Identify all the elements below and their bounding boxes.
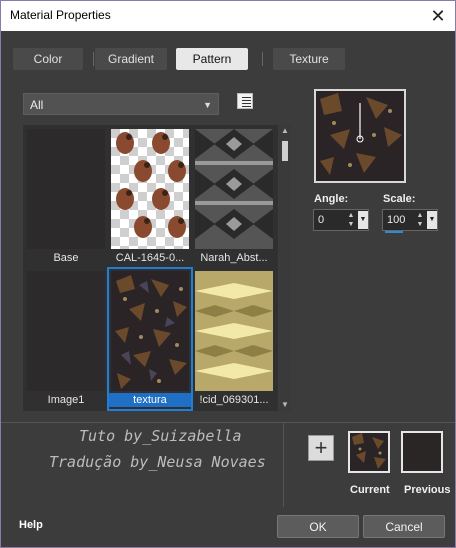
pattern-label: Image1 (47, 394, 85, 406)
tab-color[interactable]: Color (13, 48, 83, 70)
category-dropdown-value: All (30, 98, 44, 112)
tab-separator (262, 52, 263, 66)
tab-gradient[interactable]: Gradient (95, 48, 167, 70)
scale-stepper-icon[interactable]: ▲ ▼ (415, 211, 425, 229)
current-label: Current (350, 484, 390, 496)
divider (283, 422, 284, 507)
browse-folder-icon[interactable] (237, 93, 253, 109)
pattern-grid: Base CAL-1645-0... Narah_Abst... Image1 … (23, 125, 278, 411)
angle-stepper-icon[interactable]: ▲ ▼ (346, 211, 356, 229)
scale-label: Scale: (383, 193, 416, 205)
watermark-line1: Tuto by_Suizabella (79, 427, 242, 445)
title-bar: Material Properties ✕ (1, 1, 455, 31)
scroll-down-icon[interactable]: ▼ (279, 399, 291, 411)
window-title: Material Properties (10, 8, 111, 22)
scroll-up-icon[interactable]: ▲ (279, 125, 291, 137)
angle-dropdown-icon[interactable]: ▼ (358, 211, 368, 229)
current-swatch[interactable] (348, 431, 390, 473)
scale-dropdown-icon[interactable]: ▼ (427, 211, 437, 229)
pattern-thumbnail (111, 129, 189, 249)
tab-separator (93, 52, 94, 66)
tab-texture[interactable]: Texture (273, 48, 345, 70)
pattern-preview[interactable] (314, 89, 406, 183)
tab-pattern[interactable]: Pattern (176, 48, 248, 70)
chevron-down-icon: ▼ (203, 100, 212, 110)
pattern-item-base[interactable]: Base (25, 127, 107, 267)
pattern-label: CAL-1645-0... (115, 252, 185, 264)
pattern-label: !cid_069301... (199, 394, 269, 406)
pattern-item-textura[interactable]: textura (107, 267, 193, 411)
scale-input[interactable]: 100 ▲ ▼ ▼ (382, 209, 438, 233)
pattern-thumbnail (27, 271, 105, 391)
divider (1, 422, 455, 423)
pattern-item-cal[interactable]: CAL-1645-0... (109, 127, 191, 267)
pattern-label: textura (109, 393, 191, 407)
previous-label: Previous (404, 484, 451, 496)
help-button[interactable]: Help (19, 519, 43, 531)
angle-value: 0 (318, 214, 325, 226)
pattern-thumbnail (27, 129, 105, 249)
watermark-line2: Tradução by_Neusa Novaes (49, 453, 266, 471)
pattern-thumbnail (195, 129, 273, 249)
close-icon[interactable]: ✕ (421, 1, 455, 31)
pattern-item-image1[interactable]: Image1 (25, 269, 107, 409)
pattern-label: Narah_Abst... (200, 252, 268, 264)
pattern-thumbnail (111, 271, 189, 391)
pattern-item-cid[interactable]: !cid_069301... (193, 269, 275, 409)
material-properties-dialog: Material Properties ✕ Color Gradient Pat… (0, 0, 456, 548)
pattern-item-narah[interactable]: Narah_Abst... (193, 127, 275, 267)
scale-value: 100 (387, 214, 406, 226)
add-to-swatches-icon[interactable]: + (308, 435, 334, 461)
angle-input[interactable]: 0 ▲ ▼ ▼ (313, 209, 369, 231)
pattern-scrollbar[interactable]: ▲ ▼ (279, 125, 291, 411)
category-dropdown[interactable]: All ▼ (23, 93, 219, 115)
scrollbar-thumb[interactable] (282, 141, 288, 161)
pattern-label: Base (53, 252, 79, 264)
pattern-thumbnail (195, 271, 273, 391)
angle-label: Angle: (314, 193, 349, 205)
cancel-button[interactable]: Cancel (363, 515, 445, 538)
ok-button[interactable]: OK (277, 515, 359, 538)
scale-focus-underline (385, 231, 403, 233)
previous-swatch[interactable] (401, 431, 443, 473)
